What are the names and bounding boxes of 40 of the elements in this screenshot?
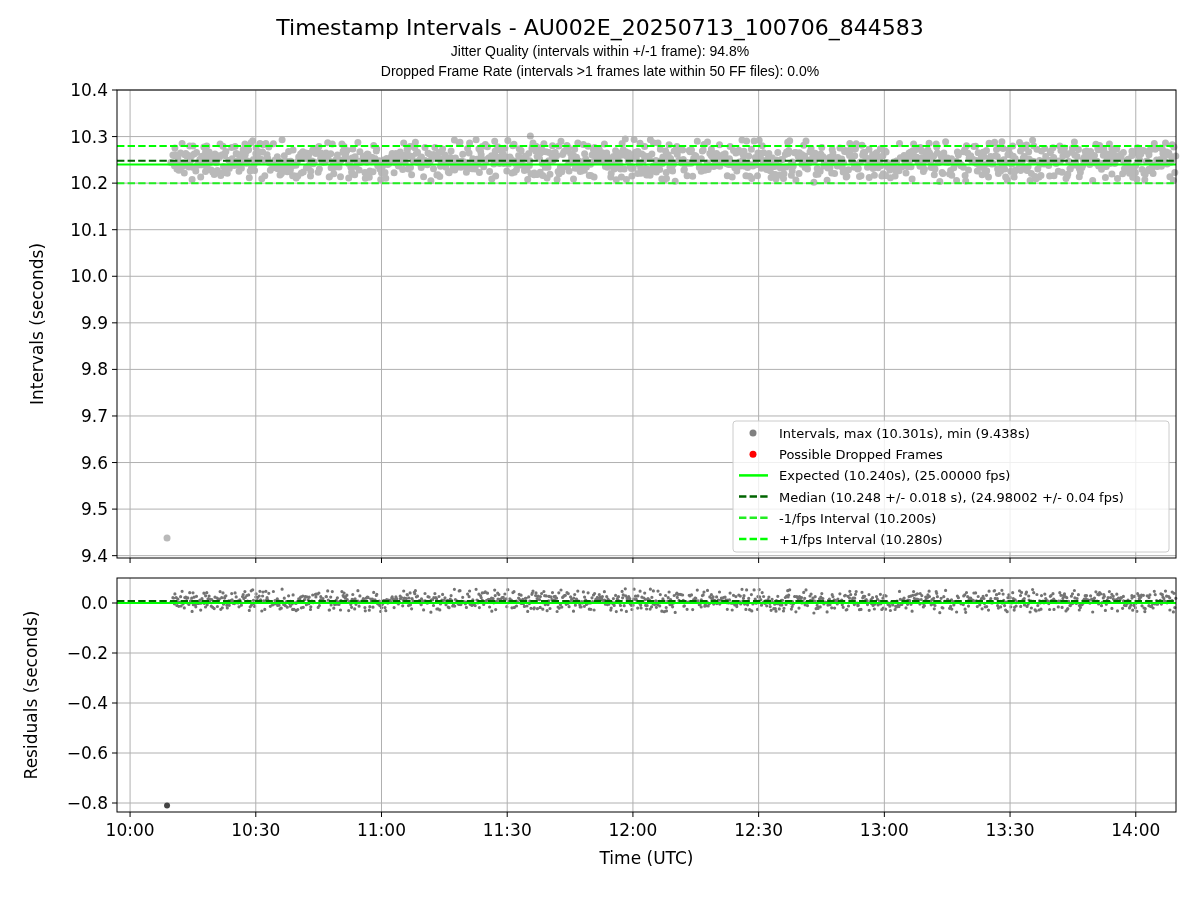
legend-label: Median (10.248 +/- 0.018 s), (24.98002 +/- 0.04 fps): [779, 489, 1124, 505]
y-tick-label: 9.7: [80, 405, 108, 426]
y-tick-label: 9.5: [80, 499, 108, 520]
x-tick-label: 13:00: [859, 820, 909, 840]
y-tick-label: 10.4: [70, 80, 108, 100]
y-tick-label: −0.2: [66, 643, 108, 663]
y-tick-label: −0.6: [66, 743, 108, 763]
x-axis-label: Time (UTC): [599, 848, 694, 868]
y-tick-label: 0.0: [80, 593, 108, 613]
y-tick-label: 9.8: [80, 359, 108, 380]
x-tick-label: 12:00: [608, 820, 658, 840]
x-tick-label: 11:30: [482, 820, 532, 840]
legend-label: Expected (10.240s), (25.00000 fps): [779, 468, 1011, 484]
x-tick-label: 10:30: [231, 820, 281, 840]
data-point: [526, 132, 534, 140]
x-tick-label: 14:00: [1111, 820, 1161, 840]
legend-label: Intervals, max (10.301s), min (9.438s): [779, 426, 1030, 441]
x-tick-label: 12:30: [734, 820, 784, 840]
data-point: [163, 534, 171, 542]
legend-label: -1/fps Interval (10.200s): [779, 510, 937, 526]
y-tick-label: 9.9: [80, 312, 108, 333]
legend-label: Possible Dropped Frames: [779, 447, 943, 463]
data-point: [164, 802, 171, 809]
y-tick-label: 10.1: [70, 219, 108, 240]
y-tick-label: 9.6: [80, 452, 108, 473]
y-tick-label: 10.3: [70, 126, 108, 147]
chart-title: Timestamp Intervals - AU002E_20250713_100706_844583: [276, 15, 924, 41]
y-tick-label: 9.4: [80, 545, 108, 566]
x-tick-label: 11:00: [357, 820, 406, 840]
x-tick-label: 10:00: [105, 820, 155, 840]
y-tick-label: −0.8: [66, 793, 108, 813]
legend-label: +1/fps Interval (10.280s): [779, 532, 943, 547]
y-tick-label: −0.4: [66, 693, 108, 713]
chart-subtitle: Dropped Frame Rate (intervals >1 frames late within 50 FF files): 0.0%: [380, 62, 820, 81]
y-tick-label: 10.2: [70, 173, 108, 194]
y-axis-label: Residuals (seconds): [21, 610, 41, 780]
y-tick-label: 10.0: [70, 266, 108, 287]
x-tick-label: 13:30: [985, 820, 1035, 840]
y-axis-label: Intervals (seconds): [27, 242, 47, 406]
chart-subtitle: Jitter Quality (intervals within +/-1 frame): 94.8%: [450, 42, 750, 61]
